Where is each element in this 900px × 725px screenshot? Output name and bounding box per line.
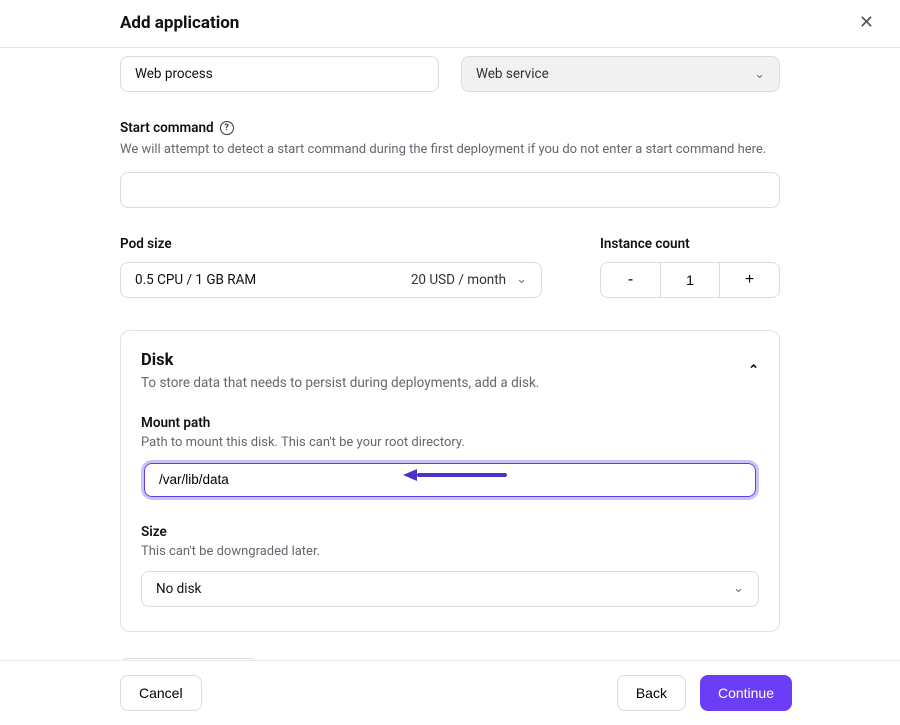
close-icon[interactable]: ✕: [853, 12, 880, 33]
size-select[interactable]: No disk ⌄: [141, 571, 759, 607]
continue-button[interactable]: Continue: [700, 675, 792, 711]
decrement-button[interactable]: -: [601, 263, 660, 297]
modal-title: Add application: [120, 13, 239, 33]
start-command-input[interactable]: [120, 172, 780, 208]
size-value: No disk: [156, 581, 201, 597]
chevron-up-icon[interactable]: ⌃: [748, 351, 759, 378]
process-name-input[interactable]: Web process: [120, 56, 439, 92]
instance-count-input[interactable]: [660, 263, 720, 297]
process-type-value: Web service: [476, 66, 549, 82]
mount-path-helper: Path to mount this disk. This can't be y…: [141, 435, 759, 450]
chevron-down-icon: ⌄: [516, 272, 527, 287]
help-icon[interactable]: ?: [220, 121, 234, 135]
pod-size-select[interactable]: 0.5 CPU / 1 GB RAM 20 USD / month ⌄: [120, 262, 542, 298]
cancel-button[interactable]: Cancel: [120, 675, 202, 711]
modal-header: Add application ✕: [0, 0, 900, 48]
chevron-down-icon: ⌄: [754, 67, 765, 82]
disk-panel: Disk To store data that needs to persist…: [120, 330, 780, 632]
disk-title: Disk: [141, 351, 539, 370]
start-command-label: Start command ?: [120, 120, 780, 136]
process-type-select[interactable]: Web service ⌄: [461, 56, 780, 92]
back-button[interactable]: Back: [617, 675, 686, 711]
pod-size-value: 0.5 CPU / 1 GB RAM: [135, 272, 256, 288]
pod-size-price: 20 USD / month: [411, 272, 506, 288]
annotation-arrow-icon: [403, 469, 507, 481]
size-helper: This can't be downgraded later.: [141, 544, 759, 559]
modal-content: Web process Web service ⌄ Start command …: [0, 48, 900, 661]
process-name-value: Web process: [135, 66, 213, 82]
modal-footer: Cancel Back Continue: [0, 660, 900, 725]
pod-size-label: Pod size: [120, 236, 542, 252]
chevron-down-icon: ⌄: [733, 581, 744, 596]
size-label: Size: [141, 524, 759, 540]
mount-path-label: Mount path: [141, 415, 759, 431]
instance-count-label: Instance count: [600, 236, 780, 252]
increment-button[interactable]: +: [720, 263, 779, 297]
disk-helper: To store data that needs to persist duri…: [141, 375, 539, 391]
start-command-helper: We will attempt to detect a start comman…: [120, 141, 780, 160]
instance-count-stepper: - +: [600, 262, 780, 298]
